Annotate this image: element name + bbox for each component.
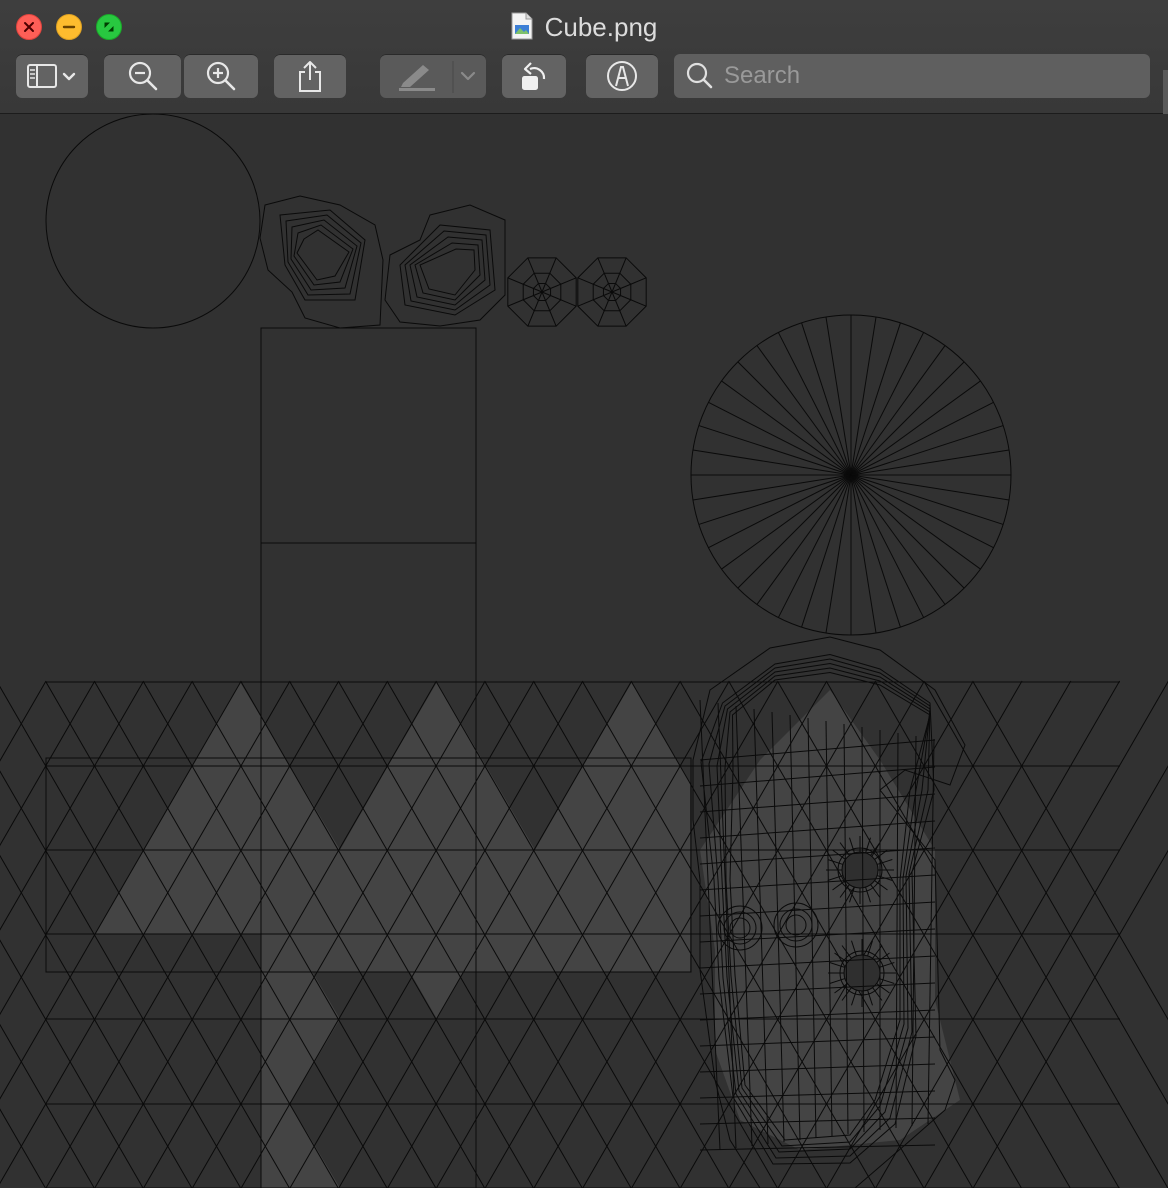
zoom-in-icon: [206, 61, 236, 91]
rotate-left-icon: [522, 62, 546, 90]
title-bar: Cube.png: [0, 0, 1168, 114]
window-title: Cube.png: [0, 12, 1168, 43]
sidebar-toggle-button[interactable]: [16, 54, 88, 98]
png-file-icon: [511, 12, 533, 40]
highlighter-icon: [399, 61, 476, 93]
zoom-out-button[interactable]: [104, 54, 181, 98]
sidebar-icon: [27, 64, 76, 88]
uv-layout-image: [0, 113, 1168, 1188]
share-icon: [299, 61, 321, 92]
image-canvas: [0, 113, 1168, 1188]
zoom-out-icon: [128, 61, 157, 91]
search-icon: [686, 62, 713, 89]
zoom-in-button[interactable]: [184, 54, 258, 98]
markup-pen-icon: [607, 61, 637, 91]
search-input[interactable]: [722, 61, 1126, 91]
search-field[interactable]: [674, 54, 1150, 98]
markup-button[interactable]: [586, 54, 658, 98]
preview-window: Cube.png: [0, 0, 1168, 1188]
window-title-text: Cube.png: [544, 12, 658, 42]
highlight-button[interactable]: [380, 54, 486, 98]
rotate-button[interactable]: [502, 54, 566, 98]
share-button[interactable]: [274, 54, 346, 98]
